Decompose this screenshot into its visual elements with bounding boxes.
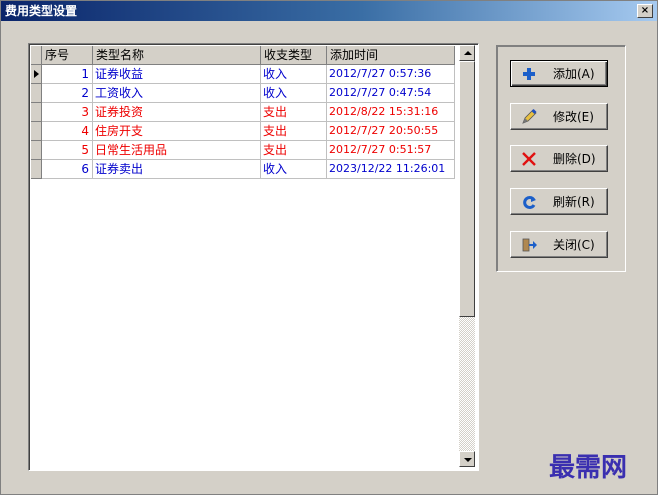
cell-no[interactable]: 3	[42, 103, 93, 122]
arrow-down-icon	[464, 458, 472, 462]
edit-button-label: 修改(E)	[553, 110, 594, 124]
cell-type[interactable]: 收入	[261, 84, 327, 103]
cell-time[interactable]: 2012/7/27 20:50:55	[327, 122, 455, 141]
row-indicator[interactable]	[31, 65, 42, 84]
current-row-arrow-icon	[34, 70, 39, 78]
scroll-down-button[interactable]	[459, 451, 475, 467]
watermark-logo: 最需网	[549, 453, 628, 483]
x-icon	[522, 151, 536, 166]
cell-type[interactable]: 收入	[261, 65, 327, 84]
cell-time[interactable]: 2012/7/27 0:51:57	[327, 141, 455, 160]
cell-no[interactable]: 4	[42, 122, 93, 141]
refresh-icon	[523, 195, 536, 209]
refresh-button[interactable]: 刷新(R)	[510, 188, 608, 215]
row-indicator[interactable]	[31, 141, 42, 160]
close-button[interactable]: 关闭(C)	[510, 231, 608, 258]
scroll-up-button[interactable]	[459, 45, 475, 61]
table-row[interactable]: 6 证券卖出 收入 2023/12/22 11:26:01	[31, 160, 455, 179]
edit-button[interactable]: 修改(E)	[510, 103, 608, 130]
scroll-thumb[interactable]	[459, 61, 475, 317]
window-title: 费用类型设置	[5, 4, 78, 18]
vertical-scrollbar[interactable]	[459, 45, 475, 467]
grid-rows: 1 证券收益 收入 2012/7/27 0:57:36 2 工资收入 收入 2012/7/27…	[31, 65, 455, 179]
cell-no[interactable]: 6	[42, 160, 93, 179]
plus-icon	[523, 67, 535, 80]
row-indicator[interactable]	[31, 103, 42, 122]
arrow-up-icon	[464, 51, 472, 55]
row-indicator[interactable]	[31, 122, 42, 141]
add-button-label: 添加(A)	[553, 67, 595, 81]
cell-time[interactable]: 2012/7/27 0:47:54	[327, 84, 455, 103]
header-name[interactable]: 类型名称	[93, 46, 261, 65]
action-panel: 添加(A) 修改(E) 删除(D) 刷新(R) 关闭(C)	[496, 45, 626, 272]
title-bar[interactable]: 费用类型设置 ×	[1, 1, 657, 21]
cell-type[interactable]: 支出	[261, 122, 327, 141]
cell-name[interactable]: 证券收益	[93, 65, 261, 84]
delete-button[interactable]: 删除(D)	[510, 145, 608, 172]
row-indicator[interactable]	[31, 160, 42, 179]
row-indicator[interactable]	[31, 84, 42, 103]
add-button[interactable]: 添加(A)	[510, 60, 608, 87]
header-type[interactable]: 收支类型	[261, 46, 327, 65]
door-exit-icon	[522, 238, 537, 251]
cell-name[interactable]: 证券投资	[93, 103, 261, 122]
table-row[interactable]: 4 住房开支 支出 2012/7/27 20:50:55	[31, 122, 455, 141]
delete-button-label: 删除(D)	[553, 152, 596, 166]
refresh-button-label: 刷新(R)	[553, 195, 595, 209]
grid-header: 序号 类型名称 收支类型 添加时间	[31, 46, 455, 65]
cell-time[interactable]: 2012/8/22 15:31:16	[327, 103, 455, 122]
category-grid[interactable]: 序号 类型名称 收支类型 添加时间 1 证券收益 收入 2012/7/27 0:57:…	[28, 43, 479, 471]
close-icon: ×	[640, 5, 650, 16]
cell-type[interactable]: 收入	[261, 160, 327, 179]
header-indicator	[31, 46, 42, 65]
cell-type[interactable]: 支出	[261, 103, 327, 122]
header-no[interactable]: 序号	[42, 46, 93, 65]
table-row[interactable]: 1 证券收益 收入 2012/7/27 0:57:36	[31, 65, 455, 84]
table-row[interactable]: 3 证券投资 支出 2012/8/22 15:31:16	[31, 103, 455, 122]
close-window-button[interactable]: ×	[637, 4, 653, 18]
cell-no[interactable]: 5	[42, 141, 93, 160]
header-time[interactable]: 添加时间	[327, 46, 455, 65]
cell-name[interactable]: 住房开支	[93, 122, 261, 141]
pencil-icon	[522, 108, 537, 124]
cell-name[interactable]: 日常生活用品	[93, 141, 261, 160]
table-row[interactable]: 5 日常生活用品 支出 2012/7/27 0:51:57	[31, 141, 455, 160]
table-row[interactable]: 2 工资收入 收入 2012/7/27 0:47:54	[31, 84, 455, 103]
cell-no[interactable]: 1	[42, 65, 93, 84]
cell-type[interactable]: 支出	[261, 141, 327, 160]
dialog-window: 费用类型设置 × 序号 类型名称 收支类型 添加时间 1 证券收益 收入 2012/7…	[0, 0, 658, 495]
cell-name[interactable]: 证券卖出	[93, 160, 261, 179]
cell-no[interactable]: 2	[42, 84, 93, 103]
cell-time[interactable]: 2012/7/27 0:57:36	[327, 65, 455, 84]
cell-time[interactable]: 2023/12/22 11:26:01	[327, 160, 455, 179]
close-button-label: 关闭(C)	[553, 238, 595, 252]
cell-name[interactable]: 工资收入	[93, 84, 261, 103]
